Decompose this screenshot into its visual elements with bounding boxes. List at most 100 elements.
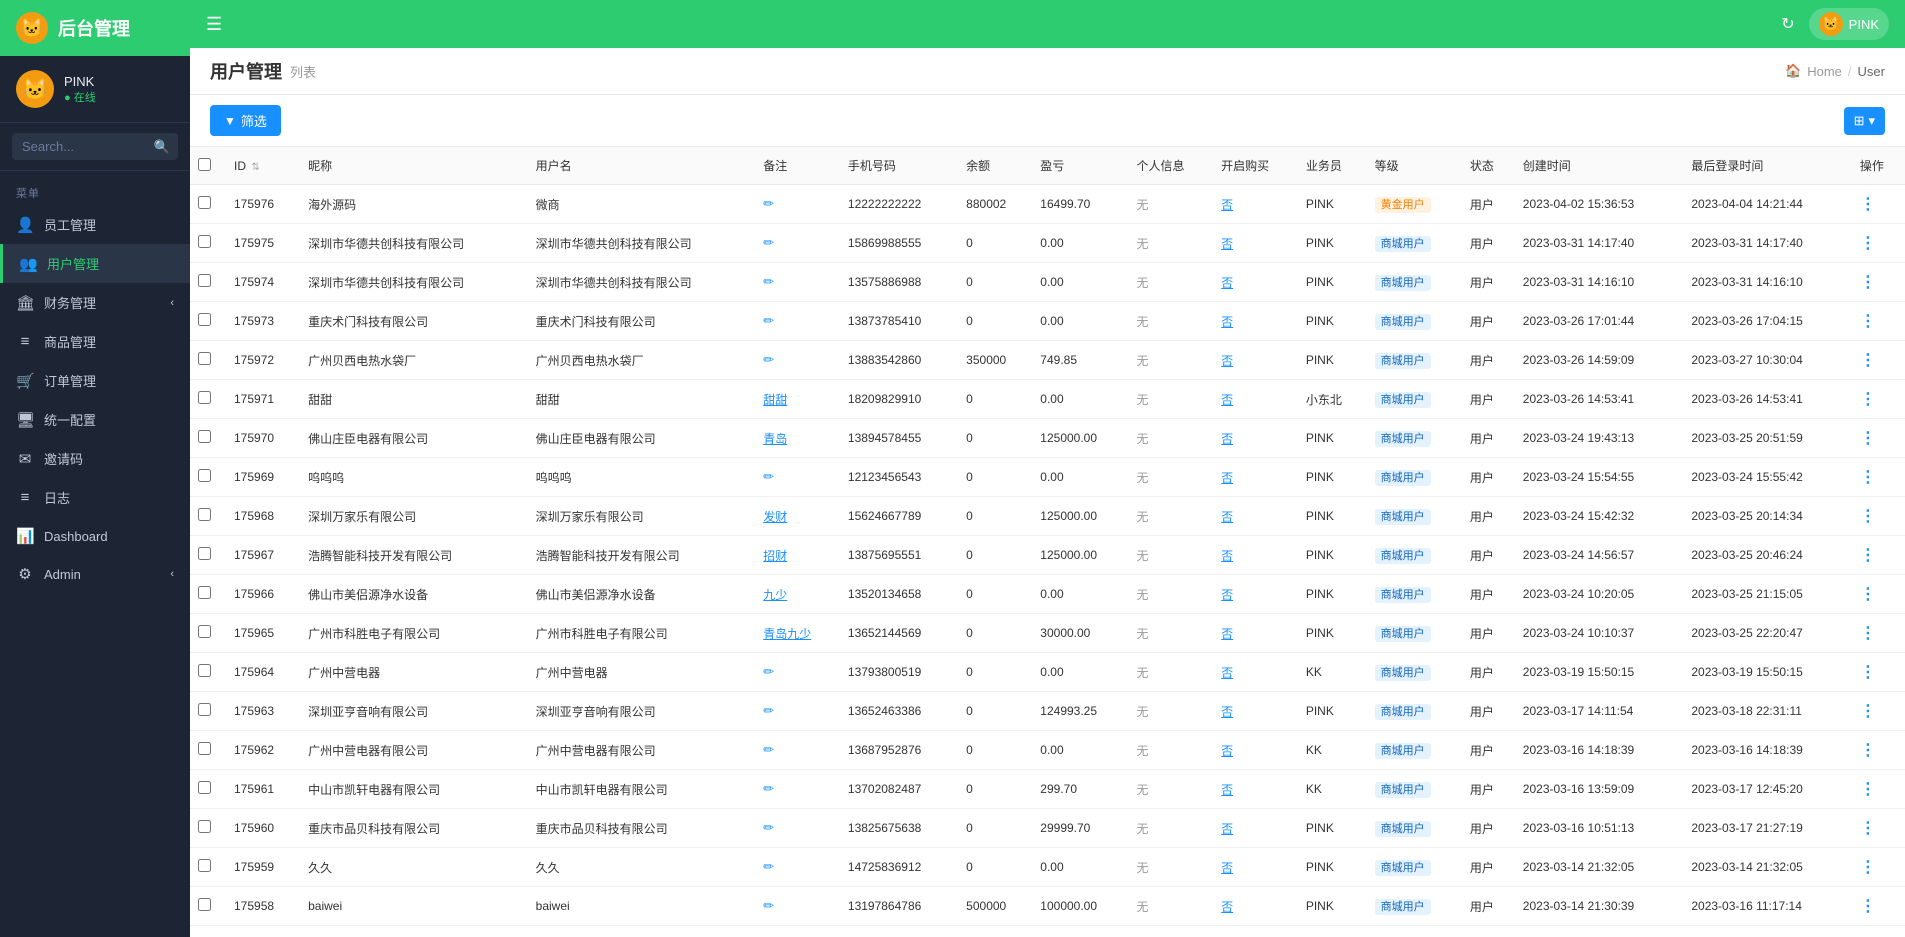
- open-buy-val[interactable]: 否: [1221, 237, 1233, 251]
- row-checkbox[interactable]: [198, 235, 211, 248]
- action-menu-button[interactable]: ⋮: [1860, 196, 1876, 213]
- user-badge[interactable]: 🐱 PINK: [1809, 8, 1889, 40]
- open-buy-val[interactable]: 否: [1221, 588, 1233, 602]
- row-checkbox[interactable]: [198, 742, 211, 755]
- action-menu-button[interactable]: ⋮: [1860, 898, 1876, 915]
- open-buy-val[interactable]: 否: [1221, 198, 1233, 212]
- filter-button[interactable]: ▼ 筛选: [210, 105, 281, 136]
- toolbar: ▼ 筛选 ⊞ ▾: [190, 95, 1905, 147]
- breadcrumb-home[interactable]: Home: [1807, 64, 1842, 79]
- row-checkbox[interactable]: [198, 586, 211, 599]
- action-menu-button[interactable]: ⋮: [1860, 664, 1876, 681]
- remark-edit-icon[interactable]: ✏: [763, 898, 774, 913]
- remark-link[interactable]: 青岛: [763, 432, 787, 446]
- logo-icon: 🐱: [16, 12, 48, 44]
- action-menu-button[interactable]: ⋮: [1860, 859, 1876, 876]
- remark-link[interactable]: 甜甜: [763, 393, 787, 407]
- row-checkbox[interactable]: [198, 352, 211, 365]
- action-menu-button[interactable]: ⋮: [1860, 586, 1876, 603]
- open-buy-val[interactable]: 否: [1221, 510, 1233, 524]
- remark-link[interactable]: 发财: [763, 510, 787, 524]
- sidebar-item-users[interactable]: 👥 用户管理: [0, 244, 190, 283]
- row-checkbox[interactable]: [198, 664, 211, 677]
- action-menu-button[interactable]: ⋮: [1860, 625, 1876, 642]
- open-buy-val[interactable]: 否: [1221, 822, 1233, 836]
- remark-link[interactable]: 招财: [763, 549, 787, 563]
- row-checkbox[interactable]: [198, 625, 211, 638]
- action-menu-button[interactable]: ⋮: [1860, 469, 1876, 486]
- action-menu-button[interactable]: ⋮: [1860, 547, 1876, 564]
- row-checkbox[interactable]: [198, 391, 211, 404]
- open-buy-val[interactable]: 否: [1221, 783, 1233, 797]
- remark-edit-icon[interactable]: ✏: [763, 781, 774, 796]
- open-buy-val[interactable]: 否: [1221, 393, 1233, 407]
- columns-button[interactable]: ⊞ ▾: [1844, 107, 1885, 135]
- row-checkbox[interactable]: [198, 547, 211, 560]
- hamburger-button[interactable]: ☰: [206, 14, 222, 35]
- action-menu-button[interactable]: ⋮: [1860, 430, 1876, 447]
- row-checkbox[interactable]: [198, 274, 211, 287]
- sidebar-item-orders[interactable]: 🛒 订单管理: [0, 361, 190, 400]
- open-buy-val[interactable]: 否: [1221, 354, 1233, 368]
- action-menu-button[interactable]: ⋮: [1860, 820, 1876, 837]
- row-checkbox[interactable]: [198, 430, 211, 443]
- sidebar-item-finance[interactable]: 🏛 财务管理 ‹: [0, 283, 190, 322]
- remark-edit-icon[interactable]: ✏: [763, 196, 774, 211]
- row-checkbox[interactable]: [198, 703, 211, 716]
- remark-edit-icon[interactable]: ✏: [763, 664, 774, 679]
- action-menu-button[interactable]: ⋮: [1860, 274, 1876, 291]
- sidebar-item-products[interactable]: ≡ 商品管理: [0, 322, 190, 361]
- row-checkbox[interactable]: [198, 196, 211, 209]
- sidebar-item-logs[interactable]: ≡ 日志: [0, 478, 190, 517]
- open-buy-val[interactable]: 否: [1221, 276, 1233, 290]
- select-all-checkbox[interactable]: [198, 158, 211, 171]
- sidebar-item-dashboard[interactable]: 📊 Dashboard: [0, 517, 190, 555]
- remark-edit-icon[interactable]: ✏: [763, 703, 774, 718]
- remark-edit-icon[interactable]: ✏: [763, 820, 774, 835]
- row-checkbox[interactable]: [198, 469, 211, 482]
- row-checkbox[interactable]: [198, 508, 211, 521]
- open-buy-val[interactable]: 否: [1221, 549, 1233, 563]
- cell-level: 商城用户: [1367, 302, 1462, 341]
- refresh-button[interactable]: ↻: [1781, 14, 1794, 34]
- action-menu-button[interactable]: ⋮: [1860, 508, 1876, 525]
- open-buy-val[interactable]: 否: [1221, 900, 1233, 914]
- open-buy-val[interactable]: 否: [1221, 627, 1233, 641]
- open-buy-val[interactable]: 否: [1221, 432, 1233, 446]
- cell-action: ⋮: [1852, 536, 1905, 575]
- remark-link[interactable]: 九少: [763, 588, 787, 602]
- remark-link[interactable]: 青岛九少: [763, 627, 811, 641]
- open-buy-val[interactable]: 否: [1221, 861, 1233, 875]
- sidebar-item-admin[interactable]: ⚙ Admin ‹: [0, 555, 190, 593]
- action-menu-button[interactable]: ⋮: [1860, 703, 1876, 720]
- cell-level: 商城用户: [1367, 458, 1462, 497]
- open-buy-val[interactable]: 否: [1221, 744, 1233, 758]
- remark-edit-icon[interactable]: ✏: [763, 859, 774, 874]
- sidebar-item-config[interactable]: 🖥 统一配置: [0, 400, 190, 439]
- remark-edit-icon[interactable]: ✏: [763, 742, 774, 757]
- action-menu-button[interactable]: ⋮: [1860, 313, 1876, 330]
- sidebar-item-staff[interactable]: 👤 员工管理: [0, 205, 190, 244]
- open-buy-val[interactable]: 否: [1221, 666, 1233, 680]
- action-menu-button[interactable]: ⋮: [1860, 235, 1876, 252]
- row-checkbox[interactable]: [198, 859, 211, 872]
- cell-username: 深圳万家乐有限公司: [528, 497, 756, 536]
- row-checkbox[interactable]: [198, 820, 211, 833]
- row-checkbox[interactable]: [198, 898, 211, 911]
- remark-edit-icon[interactable]: ✏: [763, 313, 774, 328]
- action-menu-button[interactable]: ⋮: [1860, 391, 1876, 408]
- sidebar-item-invite[interactable]: ✉ 邀请码: [0, 439, 190, 478]
- action-menu-button[interactable]: ⋮: [1860, 742, 1876, 759]
- row-checkbox[interactable]: [198, 313, 211, 326]
- open-buy-val[interactable]: 否: [1221, 471, 1233, 485]
- cell-profit: 0.00: [1032, 926, 1128, 937]
- open-buy-val[interactable]: 否: [1221, 315, 1233, 329]
- remark-edit-icon[interactable]: ✏: [763, 469, 774, 484]
- remark-edit-icon[interactable]: ✏: [763, 235, 774, 250]
- row-checkbox[interactable]: [198, 781, 211, 794]
- action-menu-button[interactable]: ⋮: [1860, 781, 1876, 798]
- remark-edit-icon[interactable]: ✏: [763, 274, 774, 289]
- remark-edit-icon[interactable]: ✏: [763, 352, 774, 367]
- open-buy-val[interactable]: 否: [1221, 705, 1233, 719]
- action-menu-button[interactable]: ⋮: [1860, 352, 1876, 369]
